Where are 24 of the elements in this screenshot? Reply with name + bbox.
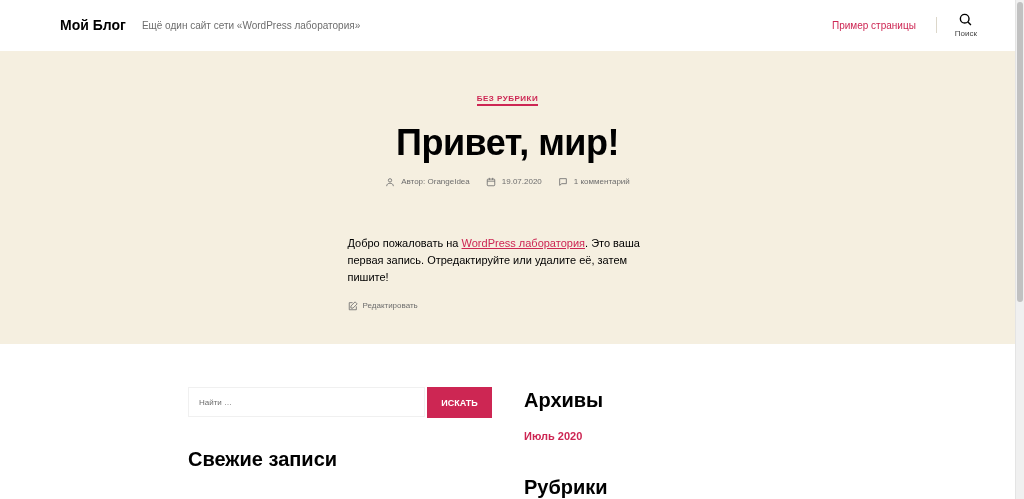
site-tagline: Ещё один сайт сети «WordPress лаборатория» [141,19,361,31]
nav-link[interactable]: Пример страницы [832,19,916,31]
calendar-icon [485,176,496,187]
post-body: Добро пожаловать на WordPress лаборатория. Это ваша первая запись. Отредактируйте или удалите её, затем пишите! [347,235,641,285]
post-date[interactable]: 19.07.2020 [501,177,542,187]
comments-link[interactable]: 1 комментарий [573,177,630,187]
widget-title: Свежие записи [188,448,339,471]
scrollbar[interactable] [1015,0,1024,499]
pencil-icon [347,300,358,311]
search-button[interactable]: Поиск [954,12,977,38]
speech-bubble-icon [557,176,568,187]
post-author[interactable]: Автор: OrangeIdea [401,177,470,187]
search-icon [959,12,973,26]
body-link[interactable]: WordPress лаборатория [461,236,585,249]
search-field[interactable]: Найти … [188,387,425,417]
post-title: Привет, мир! [396,121,619,164]
edit-link[interactable]: Редактировать [347,300,664,311]
category-link[interactable]: БЕЗ РУБРИКИ [476,93,539,106]
site-title[interactable]: Мой Блог [60,17,126,34]
widget-title: Рубрики [524,476,609,499]
person-icon [385,176,396,187]
archive-link[interactable]: Июль 2020 [524,430,828,442]
widget-title: Архивы [524,389,605,412]
search-submit-button[interactable]: ИСКАТЬ [427,387,492,418]
